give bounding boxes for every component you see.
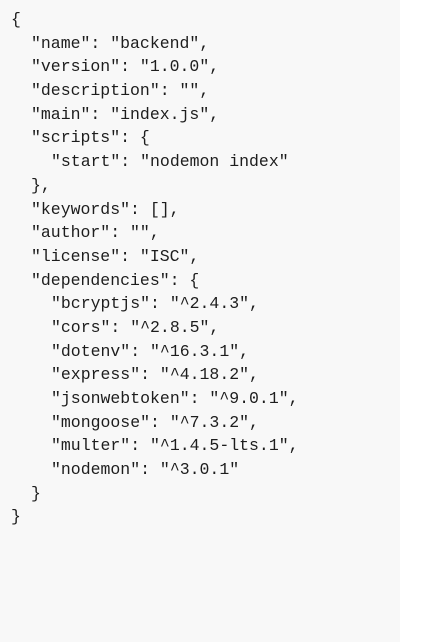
code-line: "license": "ISC", (31, 246, 200, 266)
code-line: "main": "index.js", (31, 104, 220, 124)
code-line: "dependencies": { (31, 270, 200, 290)
code-line: "name": "backend", (31, 33, 210, 53)
code-line: "start": "nodemon index" (51, 152, 289, 172)
code-line: } (31, 483, 41, 503)
code-line: "author": "", (31, 223, 160, 243)
code-line: }, (31, 175, 51, 195)
code-line: "version": "1.0.0", (31, 57, 220, 77)
code-block: { "name": "backend", "version": "1.0.0",… (0, 0, 400, 642)
code-line: "description": "", (31, 81, 210, 101)
code-line: { (11, 10, 21, 29)
code-line: "express": "^4.18.2", (51, 365, 259, 385)
code-line: "scripts": { (31, 128, 150, 148)
code-line: "bcryptjs": "^2.4.3", (51, 294, 259, 314)
code-line: "mongoose": "^7.3.2", (51, 412, 259, 432)
code-line: "nodemon": "^3.0.1" (51, 460, 240, 480)
code-line: "multer": "^1.4.5-lts.1", (51, 436, 299, 456)
code-line: "keywords": [], (31, 199, 180, 219)
code-line: "cors": "^2.8.5", (51, 317, 220, 337)
code-line: "jsonwebtoken": "^9.0.1", (51, 389, 299, 408)
page-margin (400, 0, 433, 642)
code-line: "dotenv": "^16.3.1", (51, 341, 250, 361)
code-line: } (11, 507, 21, 527)
